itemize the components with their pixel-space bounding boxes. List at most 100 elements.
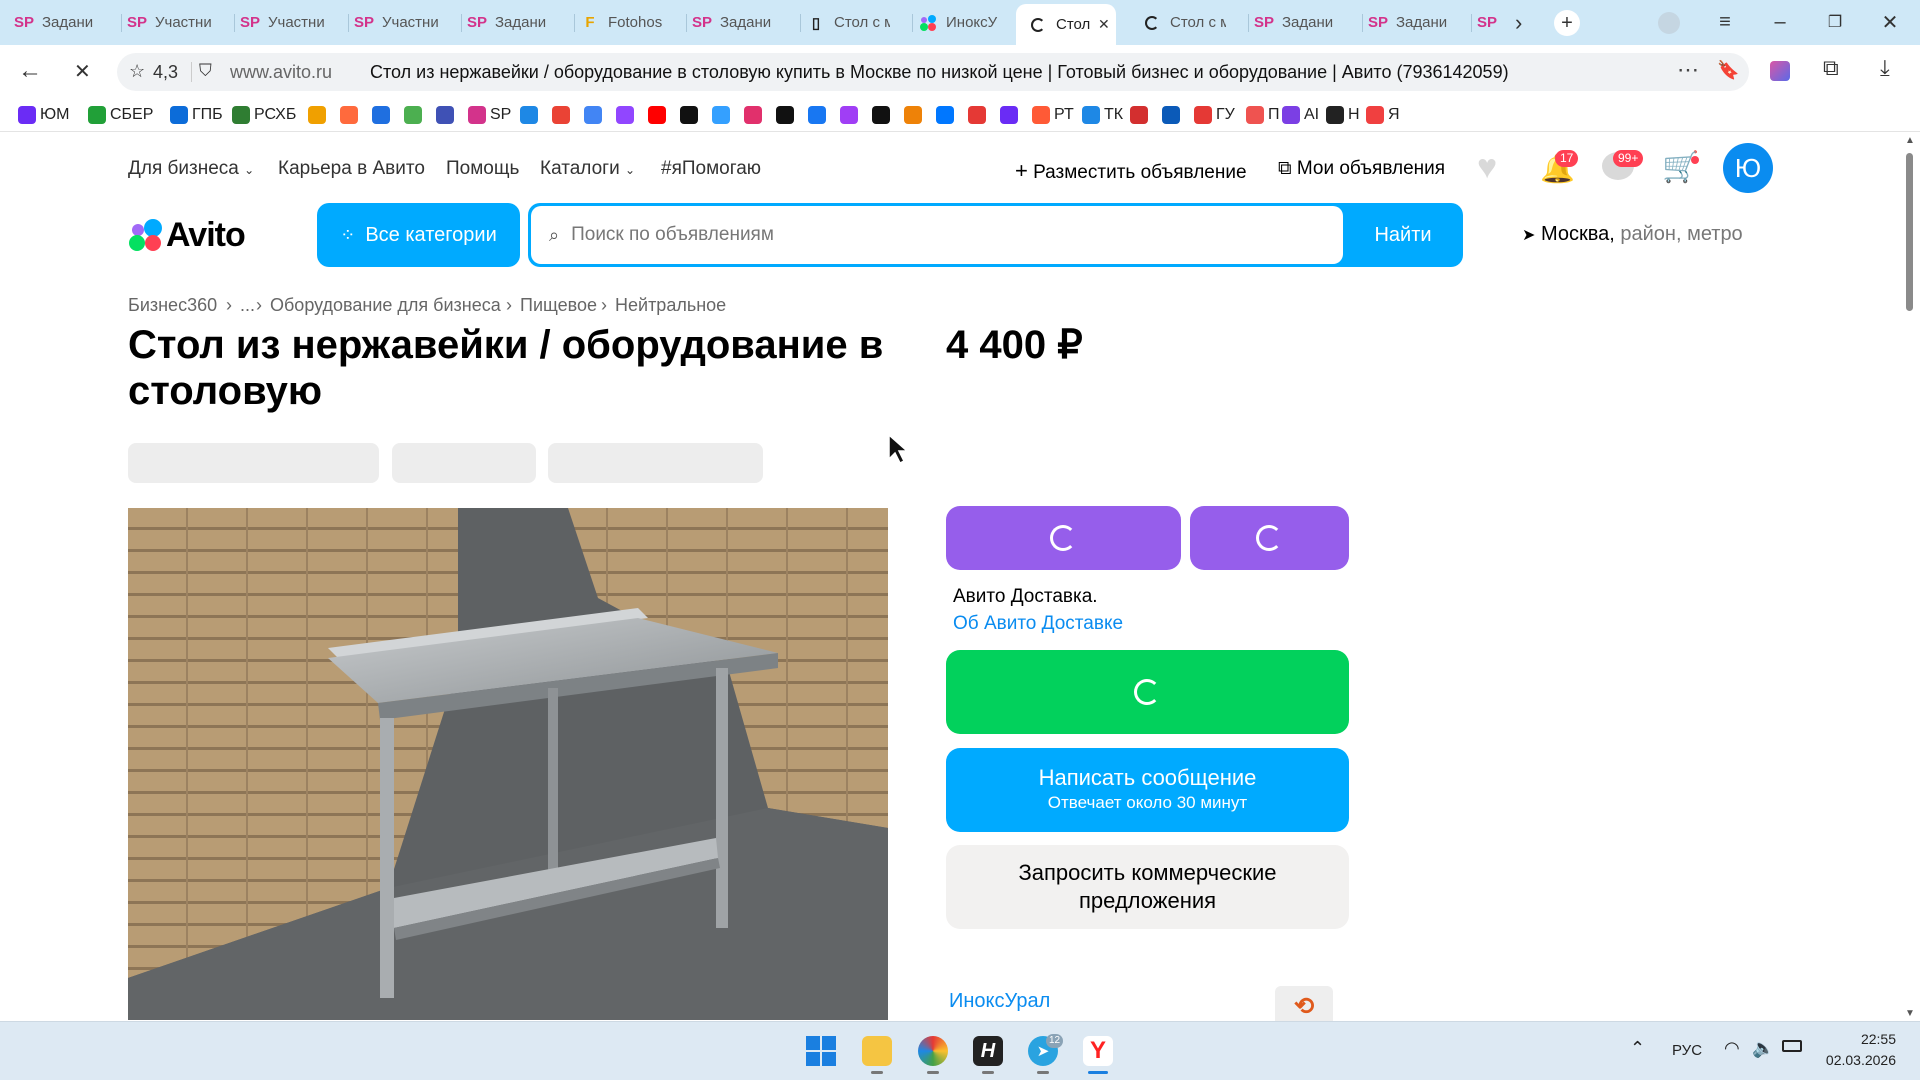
browser-icon[interactable] xyxy=(918,1036,948,1066)
breadcrumb-link[interactable]: Пищевое xyxy=(520,295,597,316)
h-app-icon[interactable]: H xyxy=(973,1036,1003,1066)
yandex-browser-icon[interactable]: Y xyxy=(1083,1036,1113,1066)
bookmark-icon[interactable]: 🔖 xyxy=(1717,60,1739,81)
bookmark-item[interactable]: РТ xyxy=(1032,105,1074,125)
bookmark-item[interactable] xyxy=(968,105,990,125)
bookmark-item[interactable] xyxy=(616,105,638,125)
bookmark-item[interactable]: ГУ xyxy=(1194,105,1235,125)
bookmark-item[interactable] xyxy=(936,105,958,125)
write-message-button[interactable]: Написать сообщение Отвечает около 30 мин… xyxy=(946,748,1349,832)
bookmark-item[interactable]: Я xyxy=(1366,105,1400,125)
bookmark-item[interactable] xyxy=(904,105,926,125)
clock-time[interactable]: 22:55 xyxy=(1826,1031,1896,1047)
all-categories-button[interactable]: ⁘ Все категории xyxy=(317,203,520,267)
browser-tab[interactable]: F Fotohos xyxy=(578,6,682,39)
bookmark-item[interactable] xyxy=(840,105,862,125)
menu-icon[interactable]: ≡ xyxy=(1710,8,1740,36)
bookmark-item[interactable] xyxy=(680,105,702,125)
battery-icon[interactable] xyxy=(1782,1040,1802,1052)
scroll-up-arrow[interactable]: ▲ xyxy=(1905,135,1915,146)
stop-loading-icon[interactable]: ✕ xyxy=(74,59,91,84)
search-input[interactable]: ⌕ Поиск по объявлениям xyxy=(531,206,1343,264)
breadcrumb-link[interactable]: ... xyxy=(240,295,255,316)
browser-tab[interactable]: Стол с м xyxy=(1140,6,1244,39)
bookmark-item[interactable] xyxy=(776,105,798,125)
seller-logo[interactable]: ⟲ xyxy=(1275,986,1333,1021)
file-explorer-icon[interactable] xyxy=(862,1036,892,1066)
bookmark-item[interactable] xyxy=(1000,105,1022,125)
tray-chevron-up-icon[interactable]: ⌃ xyxy=(1630,1038,1645,1059)
breadcrumb-link[interactable]: Бизнес360 xyxy=(128,295,217,316)
bookmark-item[interactable]: ЮМ xyxy=(18,105,70,125)
bookmark-item[interactable] xyxy=(308,105,330,125)
browser-tab[interactable]: SP Участни xyxy=(352,6,456,39)
location-selector[interactable]: ➤ Москва, район, метро xyxy=(1522,223,1743,246)
scrollbar-thumb[interactable] xyxy=(1906,153,1913,311)
gallery-extension-icon[interactable] xyxy=(1770,61,1790,81)
bookmark-item[interactable] xyxy=(808,105,830,125)
breadcrumb-link[interactable]: Оборудование для бизнеса xyxy=(270,295,501,316)
delivery-info-link[interactable]: Об Авито Доставке xyxy=(953,613,1123,635)
browser-tab[interactable]: SP xyxy=(1475,6,1505,39)
download-icon[interactable]: ⤓ xyxy=(1880,55,1890,81)
browser-tab[interactable]: SP Задани xyxy=(1366,6,1470,39)
new-tab-button[interactable]: + xyxy=(1554,10,1580,36)
breadcrumb-link[interactable]: Нейтральное xyxy=(615,295,726,316)
favorites-heart-icon[interactable]: ♥ xyxy=(1477,148,1497,187)
shield-icon[interactable]: ⛉ xyxy=(199,61,212,81)
nav-help[interactable]: Помощь xyxy=(446,158,519,180)
tab-scroll-right-icon[interactable]: › xyxy=(1515,10,1522,36)
browser-tab[interactable]: SP Задани xyxy=(12,6,116,39)
bookmark-item[interactable] xyxy=(404,105,426,125)
bookmark-item[interactable]: AI xyxy=(1282,105,1319,125)
bookmark-item[interactable]: Н xyxy=(1326,105,1360,125)
bookmark-item[interactable] xyxy=(712,105,734,125)
bookmark-item[interactable]: SP xyxy=(468,105,511,125)
bookmark-item[interactable] xyxy=(520,105,542,125)
bookmark-item[interactable] xyxy=(1162,105,1184,125)
clock-date[interactable]: 02.03.2026 xyxy=(1806,1052,1896,1068)
bookmark-item[interactable]: СБЕР xyxy=(88,105,153,125)
bookmark-item[interactable]: П xyxy=(1246,105,1280,125)
back-icon[interactable]: ← xyxy=(18,57,42,85)
start-icon[interactable] xyxy=(806,1036,836,1066)
browser-tab[interactable]: SP Участни xyxy=(125,6,229,39)
star-icon[interactable]: ☆ xyxy=(129,61,145,82)
browser-tab[interactable]: SP Задани xyxy=(1252,6,1356,39)
browser-tab[interactable]: SP Задани xyxy=(690,6,794,39)
bookmark-item[interactable] xyxy=(372,105,394,125)
bookmark-item[interactable] xyxy=(340,105,362,125)
nav-business[interactable]: Для бизнеса ⌄ xyxy=(128,158,254,180)
bookmark-item[interactable]: ГПБ xyxy=(170,105,223,125)
seller-name-link[interactable]: ИноксУрал xyxy=(949,990,1050,1013)
bookmark-item[interactable] xyxy=(1130,105,1152,125)
avito-logo[interactable]: Avito xyxy=(128,216,246,254)
bookmark-item[interactable] xyxy=(436,105,458,125)
my-ads-link[interactable]: ⧉ Мои объявления xyxy=(1278,158,1445,180)
nav-catalogs[interactable]: Каталоги ⌄ xyxy=(540,158,635,180)
bookmark-item[interactable]: ТК xyxy=(1082,105,1123,125)
product-photo[interactable] xyxy=(128,508,888,1020)
delivery-buy-button[interactable] xyxy=(946,506,1181,570)
wifi-icon[interactable]: ◠ xyxy=(1724,1038,1740,1059)
page-scrollbar[interactable]: ▲ ▼ xyxy=(1902,133,1916,1021)
request-offers-button[interactable]: Запросить коммерческие предложения xyxy=(946,845,1349,929)
minimize-button[interactable]: – xyxy=(1765,8,1795,36)
close-window-button[interactable]: ✕ xyxy=(1875,8,1905,36)
nav-career[interactable]: Карьера в Авито xyxy=(278,158,425,180)
scroll-down-arrow[interactable]: ▼ xyxy=(1905,1008,1915,1019)
more-icon[interactable]: ⋯ xyxy=(1677,57,1699,83)
bookmark-item[interactable] xyxy=(584,105,606,125)
extensions-icon[interactable]: ⧉ xyxy=(1823,55,1839,81)
bookmark-item[interactable] xyxy=(872,105,894,125)
bookmark-item[interactable] xyxy=(744,105,766,125)
keyboard-language[interactable]: РУС xyxy=(1672,1042,1702,1059)
bookmark-item[interactable] xyxy=(552,105,574,125)
volume-icon[interactable]: 🔈 xyxy=(1752,1038,1774,1059)
browser-tab[interactable]: Стол ✕ xyxy=(1016,4,1116,45)
user-avatar[interactable]: Ю xyxy=(1723,143,1773,193)
browser-tab[interactable]: ▯ Стол с м xyxy=(804,6,908,39)
find-button[interactable]: Найти xyxy=(1343,203,1463,267)
browser-tab[interactable]: SP Задани xyxy=(465,6,569,39)
show-phone-button[interactable] xyxy=(946,650,1349,734)
